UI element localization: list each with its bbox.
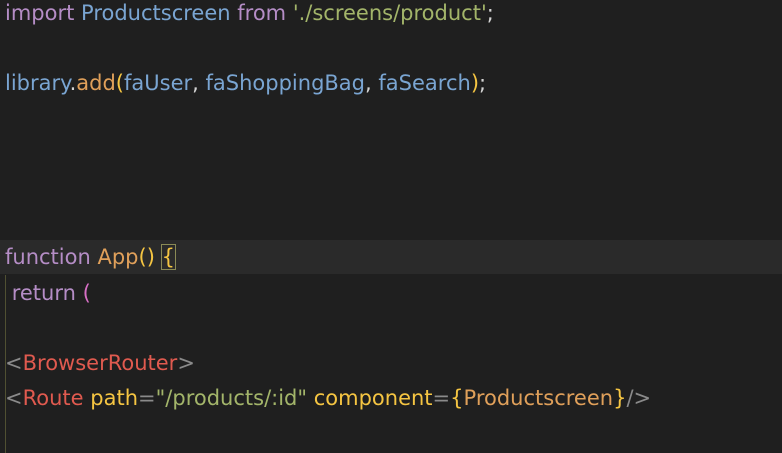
identifier-library: library: [5, 71, 70, 95]
attr-path-value: "/products/:id": [155, 386, 308, 410]
equals: =: [432, 386, 451, 410]
tag-open-bracket: <: [5, 351, 23, 375]
keyword-import: import: [5, 1, 75, 25]
string-import-path: './screens/product': [292, 1, 487, 25]
code-line-return[interactable]: return (: [5, 276, 91, 310]
semicolon: ;: [486, 1, 494, 25]
attr-path: path: [90, 386, 139, 410]
equals: =: [138, 386, 156, 410]
tag-route: Route: [22, 386, 84, 410]
attr-component: component: [313, 386, 433, 410]
semicolon: ;: [479, 71, 487, 95]
paren-close: ): [470, 71, 480, 95]
tag-browserrouter: BrowserRouter: [22, 351, 178, 375]
keyword-from: from: [237, 1, 287, 25]
parens: (): [138, 245, 155, 269]
arg-fauser: faUser: [124, 71, 193, 95]
code-editor[interactable]: import Productscreen from './screens/pro…: [0, 0, 782, 453]
code-line-browserrouter[interactable]: <BrowserRouter>: [5, 346, 195, 380]
paren-open: (: [115, 71, 124, 95]
code-line-import[interactable]: import Productscreen from './screens/pro…: [5, 0, 494, 30]
comma: ,: [365, 71, 372, 95]
brace-open: {: [450, 386, 464, 410]
brace-open-highlighted: {: [160, 244, 176, 270]
code-line-route[interactable]: <Route path="/products/:id" component={P…: [5, 381, 651, 415]
keyword-function: function: [5, 245, 91, 269]
arg-fashoppingbag: faShoppingBag: [205, 71, 366, 95]
brace-close: }: [613, 386, 627, 410]
paren-open: (: [82, 281, 91, 305]
arg-fasearch: faSearch: [378, 71, 471, 95]
tag-close-bracket: >: [177, 351, 195, 375]
code-line-function-app[interactable]: function App() {: [0, 240, 782, 274]
comma: ,: [192, 71, 199, 95]
method-add: add: [76, 71, 116, 95]
self-closing-tag: />: [626, 386, 652, 410]
tag-open-bracket: <: [5, 386, 23, 410]
function-name-app: App: [97, 245, 139, 269]
component-productscreen: Productscreen: [463, 386, 614, 410]
keyword-return: return: [11, 281, 76, 305]
code-line-library-add[interactable]: library.add(faUser, faShoppingBag, faSea…: [5, 66, 486, 100]
identifier-productscreen: Productscreen: [81, 1, 231, 25]
